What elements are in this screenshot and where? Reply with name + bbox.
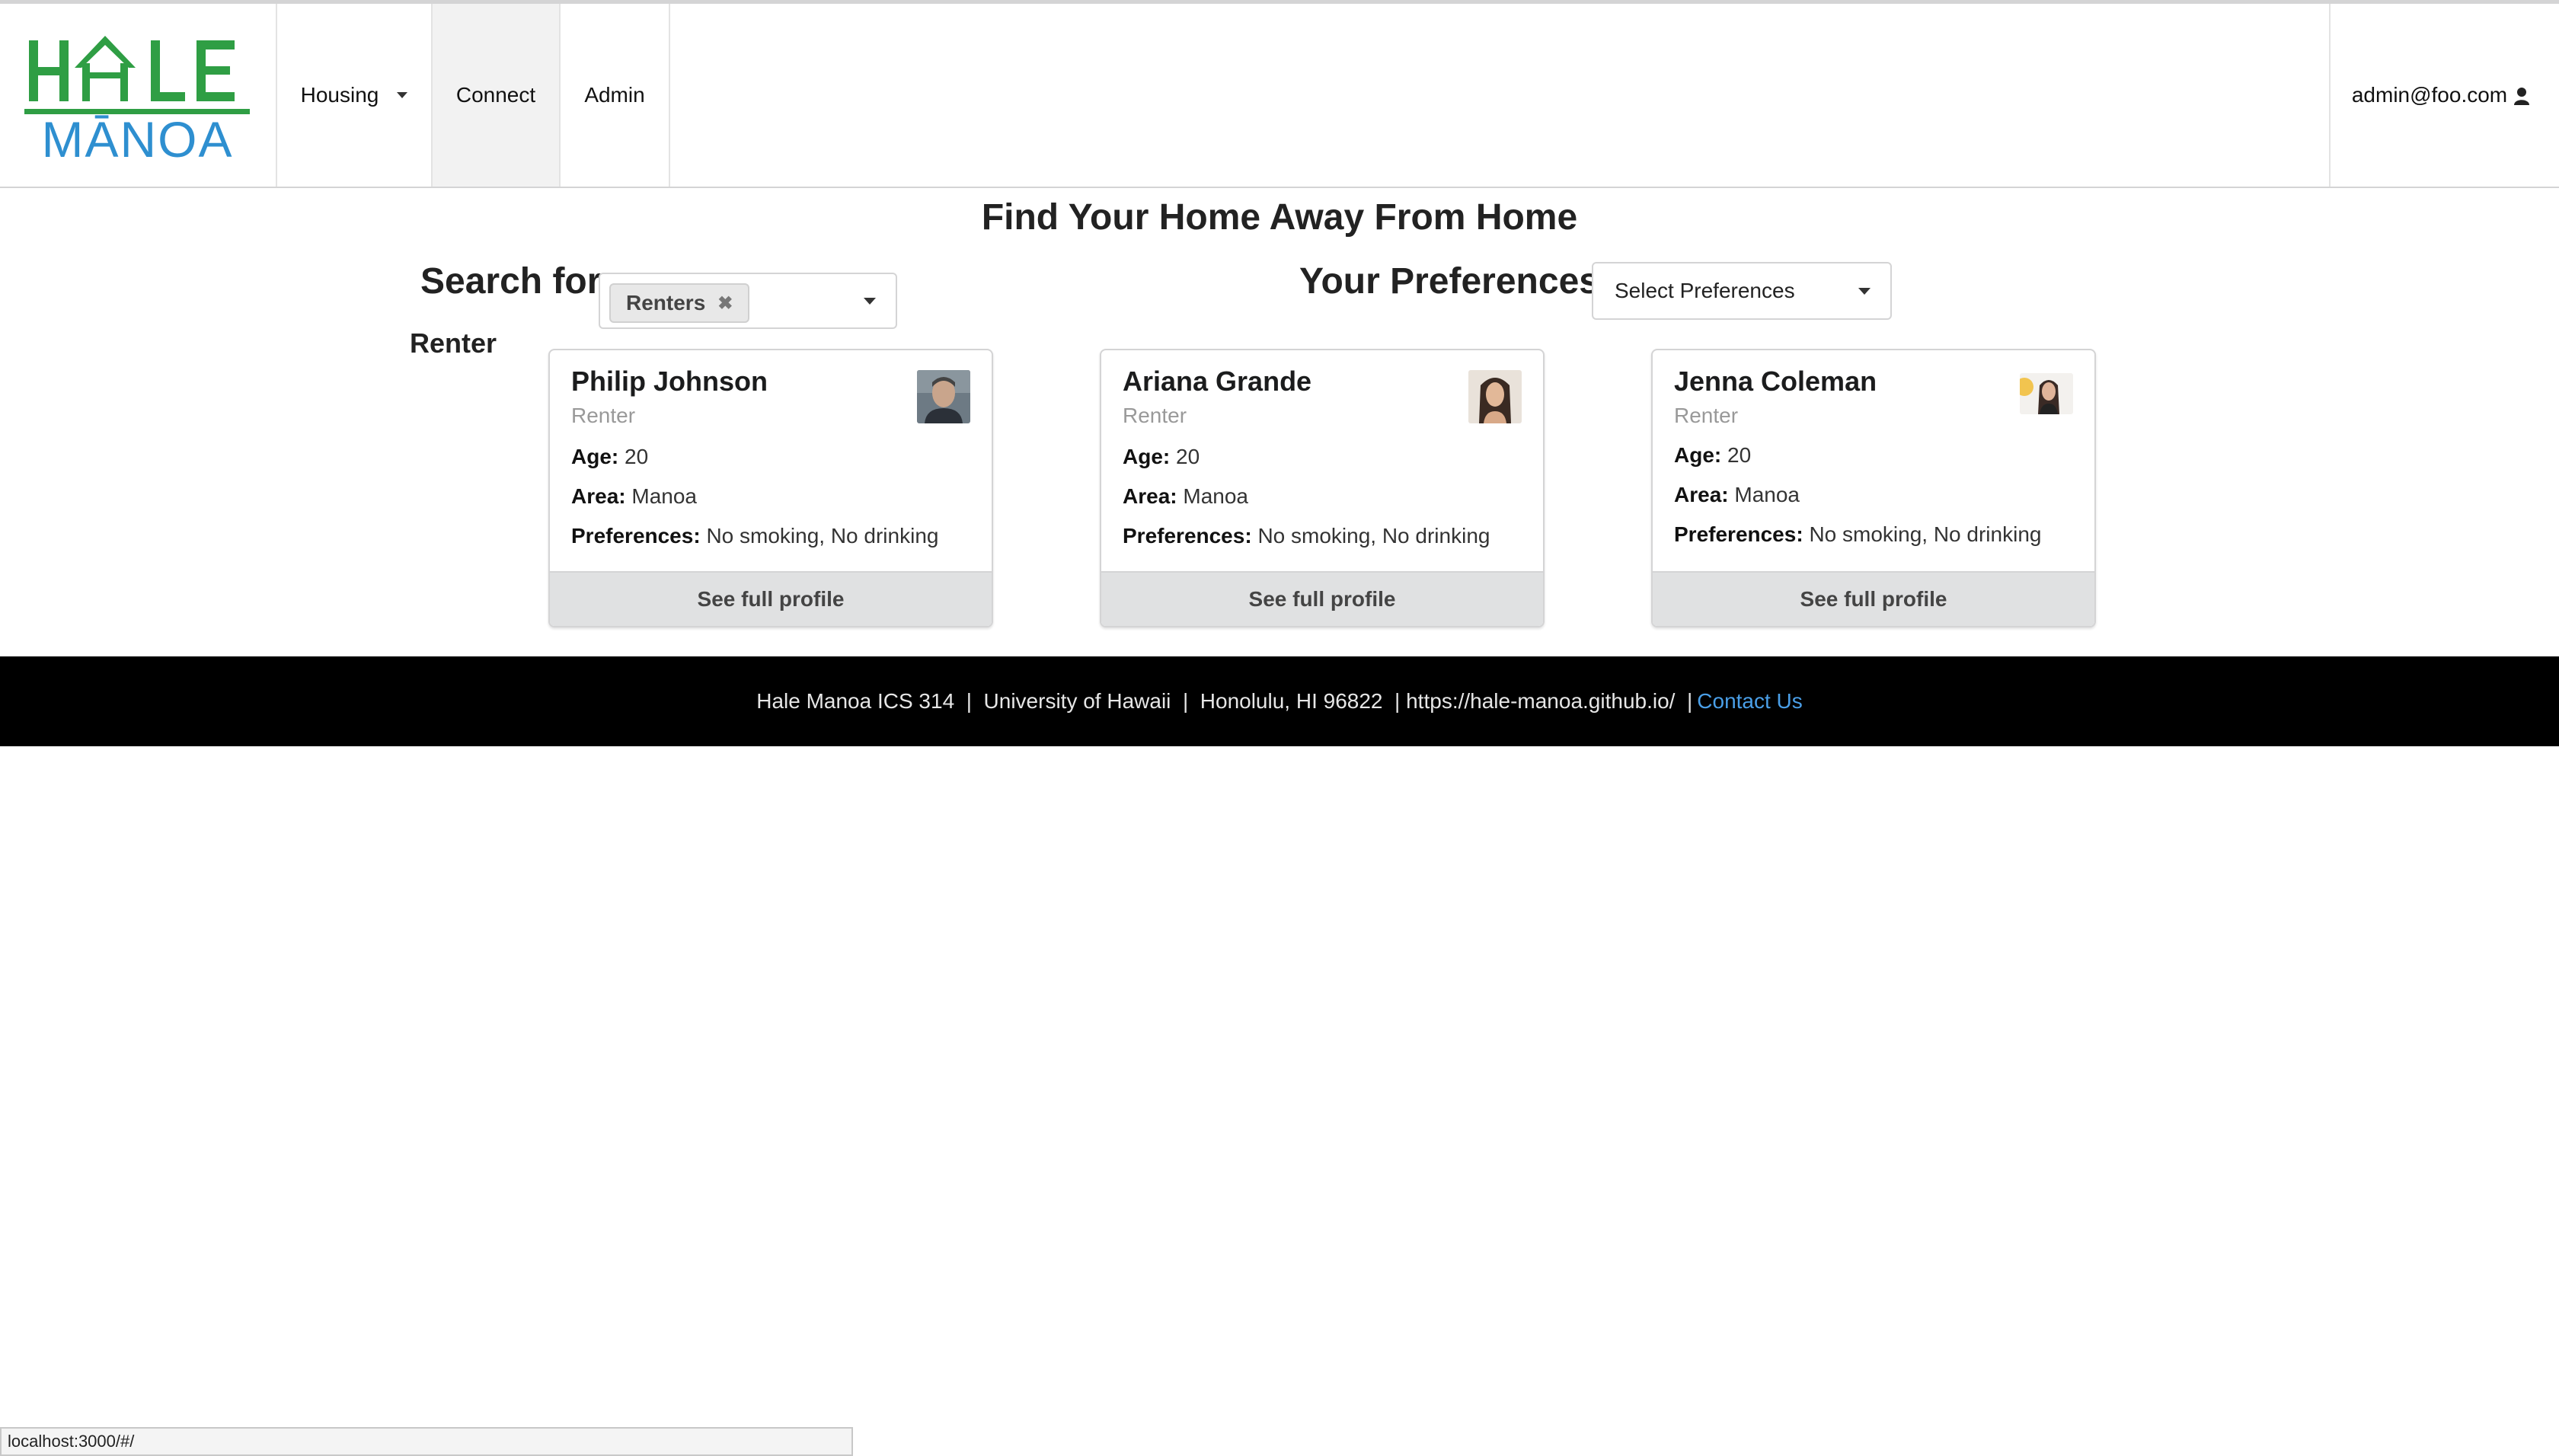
card-area: Area: Manoa: [1123, 484, 1248, 509]
nav-connect[interactable]: Connect: [433, 4, 559, 187]
area-value: Manoa: [1734, 483, 1800, 506]
nav-admin[interactable]: Admin: [561, 4, 669, 187]
nav-connect-label: Connect: [455, 83, 536, 107]
nav-admin-label: Admin: [584, 83, 645, 107]
search-for-label: Search for:: [420, 261, 614, 302]
area-label: Area:: [1674, 483, 1729, 506]
card-role: Renter: [1123, 404, 1187, 427]
card-preferences: Preferences: No smoking, No drinking: [1123, 524, 1490, 548]
preferences-label: Preferences:: [1674, 522, 1803, 546]
page-title: Find Your Home Away From Home: [981, 197, 1578, 238]
area-label: Area:: [571, 484, 626, 508]
top-navbar: MĀNOA Housing Connect Admin admin@foo.co…: [0, 4, 2559, 188]
card-preferences: Preferences: No smoking, No drinking: [1674, 522, 2041, 547]
card-role: Renter: [1674, 404, 1739, 427]
age-label: Age:: [1123, 445, 1171, 468]
see-full-profile-button[interactable]: See full profile: [1101, 571, 1543, 626]
avatar: [1468, 370, 1522, 423]
preferences-dropdown[interactable]: Select Preferences: [1592, 262, 1892, 320]
card-role: Renter: [571, 404, 636, 427]
card-name: Jenna Coleman: [1674, 366, 1877, 397]
preferences-placeholder: Select Preferences: [1615, 279, 1795, 302]
card-area: Area: Manoa: [1674, 483, 1800, 507]
see-full-profile-button[interactable]: See full profile: [1653, 571, 2094, 626]
nav-housing-dropdown[interactable]: Housing: [277, 4, 431, 187]
nav-housing-label: Housing: [300, 83, 379, 107]
age-value: 20: [625, 445, 649, 468]
card-age: Age: 20: [571, 445, 648, 469]
logo-subtext: MĀNOA: [41, 111, 234, 168]
user-icon: [2513, 86, 2530, 105]
area-label: Area:: [1123, 484, 1177, 508]
area-value: Manoa: [631, 484, 697, 508]
renters-chip[interactable]: Renters ✖: [609, 283, 750, 323]
age-value: 20: [1727, 443, 1752, 467]
preferences-value: No smoking, No drinking: [1257, 524, 1490, 548]
profile-card: Ariana Grande Renter Age: 20 Area: Manoa…: [1100, 349, 1545, 627]
age-label: Age:: [571, 445, 619, 468]
search-type-dropdown[interactable]: Renters ✖: [599, 273, 897, 329]
preferences-label: Preferences:: [1123, 524, 1252, 548]
card-name: Ariana Grande: [1123, 366, 1312, 397]
profile-card: Jenna Coleman Renter Age: 20 Area: Manoa…: [1651, 349, 2096, 627]
preferences-value: No smoking, No drinking: [1809, 522, 2042, 546]
nav-divider: [669, 4, 670, 187]
chevron-down-icon: [1858, 288, 1871, 295]
your-preferences-label: Your Preferences:: [1299, 261, 1612, 302]
browser-status-bar: localhost:3000/#/: [0, 1427, 853, 1456]
age-label: Age:: [1674, 443, 1722, 467]
avatar: [2020, 373, 2073, 414]
user-email: admin@foo.com: [2351, 83, 2508, 107]
footer-text: Hale Manoa ICS 314 | University of Hawai…: [756, 689, 1693, 713]
user-menu[interactable]: admin@foo.com: [2331, 4, 2551, 187]
card-name: Philip Johnson: [571, 366, 768, 397]
card-preferences: Preferences: No smoking, No drinking: [571, 524, 938, 548]
card-age: Age: 20: [1674, 443, 1751, 468]
renters-chip-label: Renters: [626, 291, 706, 315]
area-value: Manoa: [1183, 484, 1248, 508]
see-full-profile-button[interactable]: See full profile: [550, 571, 992, 626]
close-icon[interactable]: ✖: [717, 292, 733, 315]
card-area: Area: Manoa: [571, 484, 697, 509]
hale-manoa-logo[interactable]: MĀNOA: [21, 25, 254, 170]
age-value: 20: [1176, 445, 1200, 468]
preferences-value: No smoking, No drinking: [706, 524, 939, 548]
chevron-down-icon: [864, 298, 876, 305]
renter-section-label: Renter: [410, 327, 497, 359]
contact-us-link[interactable]: Contact Us: [1697, 689, 1803, 714]
avatar: [917, 370, 970, 423]
card-age: Age: 20: [1123, 445, 1200, 469]
profile-card: Philip Johnson Renter Age: 20 Area: Mano…: [548, 349, 993, 627]
footer: Hale Manoa ICS 314 | University of Hawai…: [0, 656, 2559, 746]
chevron-down-icon: [397, 92, 408, 98]
preferences-label: Preferences:: [571, 524, 701, 548]
